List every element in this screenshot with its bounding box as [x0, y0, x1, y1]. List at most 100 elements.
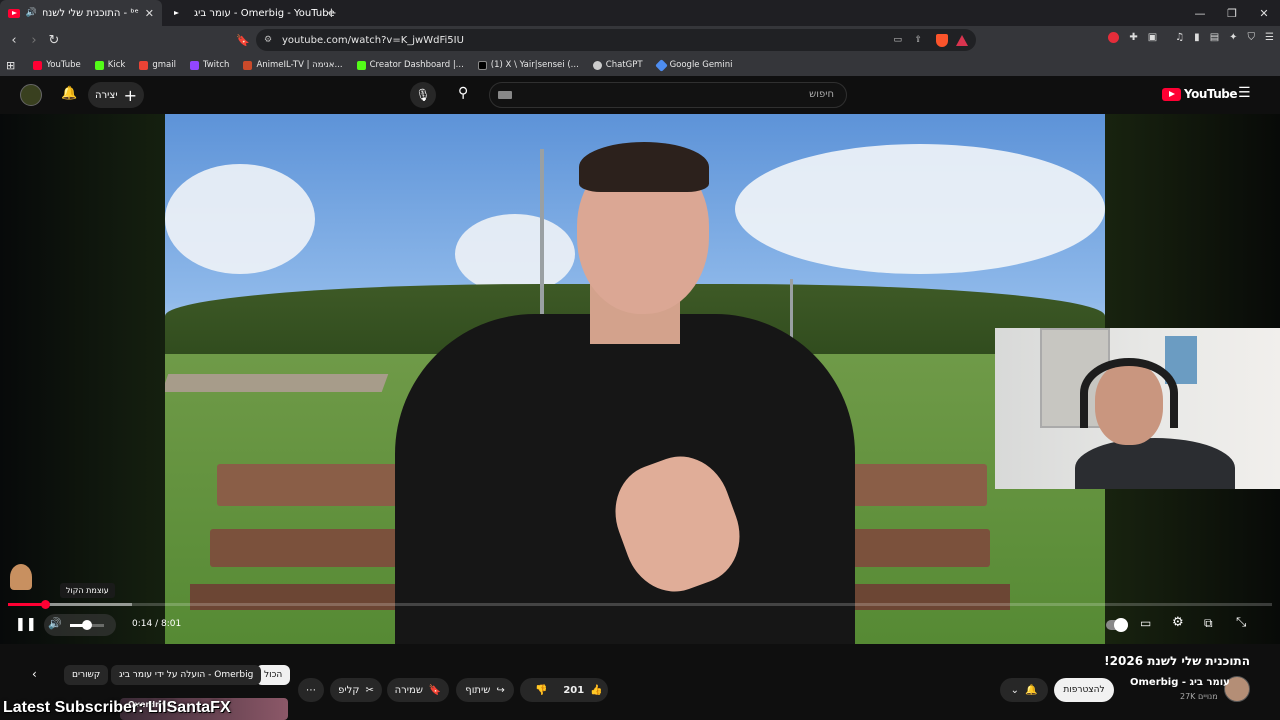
- keyboard-icon[interactable]: [498, 91, 512, 99]
- chip-all[interactable]: הכול: [256, 665, 291, 685]
- chips-scroll-left-icon[interactable]: ‹: [32, 667, 37, 681]
- time-display: 0:14 / 8:01: [132, 619, 182, 629]
- speaker-icon[interactable]: 🔊: [26, 8, 37, 18]
- site-info-icon[interactable]: ⚙: [264, 35, 272, 45]
- tab-title: ᵇᵉ - התוכנית שלי לשנת 2026!: [42, 7, 139, 19]
- progress-scrubber[interactable]: [41, 600, 50, 609]
- share-button[interactable]: שיתוף ↪: [456, 678, 514, 702]
- more-icon: ⋯: [306, 684, 316, 696]
- vpn-shield-icon[interactable]: ⛉: [1248, 32, 1256, 43]
- address-bar[interactable]: ⚙ youtube.com/watch?v=K_jwWdFi5IU ▭ ⇪: [256, 29, 976, 51]
- chatgpt-icon: [592, 60, 602, 70]
- volume-slider[interactable]: [70, 620, 104, 630]
- search-icon[interactable]: ⚲: [458, 85, 468, 101]
- bookmark-chatgpt[interactable]: ChatGPT: [587, 60, 649, 70]
- leo-ai-icon[interactable]: ✦: [1229, 32, 1237, 43]
- extension-box-icon[interactable]: ▣: [1148, 32, 1157, 43]
- like-dislike-group: 👎 201 👍: [520, 678, 608, 702]
- extensions-puzzle-icon[interactable]: ✚: [1129, 32, 1137, 43]
- search-input[interactable]: חיפוש: [489, 82, 847, 108]
- tab-active[interactable]: 🔊 ᵇᵉ - התוכנית שלי לשנת 2026! ✕: [0, 0, 162, 26]
- webcam-overlay: [995, 328, 1280, 489]
- gmail-icon: [139, 60, 149, 70]
- url-text: youtube.com/watch?v=K_jwWdFi5IU: [282, 34, 464, 46]
- tab-title: עומר ביג - Omerbig - YouTube: [194, 7, 335, 19]
- volume-tooltip: עוצמת הקול: [60, 583, 115, 598]
- reload-icon[interactable]: ↻: [44, 33, 64, 48]
- subscriber-count: 27K מנויים: [1180, 692, 1218, 701]
- cast-icon[interactable]: ▭: [893, 35, 902, 45]
- share-page-icon[interactable]: ⇪: [914, 35, 922, 45]
- video-player[interactable]: [0, 114, 1280, 644]
- brave-shield-icon[interactable]: [936, 33, 948, 47]
- channel-name[interactable]: Omerbig - עומר ביג: [1130, 677, 1230, 688]
- create-button[interactable]: יצירה +: [88, 82, 144, 108]
- subtitles-icon[interactable]: ▭: [1140, 616, 1151, 630]
- like-count[interactable]: 201: [563, 685, 584, 696]
- volume-control[interactable]: 🔊: [44, 614, 116, 636]
- wallet-icon[interactable]: ▤: [1210, 32, 1219, 43]
- bookmark-icon[interactable]: 🔖: [236, 34, 250, 47]
- youtube-logo-text: YouTube: [1184, 87, 1238, 101]
- tab-close-icon[interactable]: ✕: [145, 7, 154, 20]
- new-tab-icon[interactable]: +: [326, 6, 337, 21]
- progress-bar[interactable]: [8, 600, 1272, 609]
- cloud: [455, 214, 575, 294]
- voice-search-icon[interactable]: 🎙: [410, 82, 436, 108]
- bookmark-kick[interactable]: Kick: [89, 60, 132, 70]
- menu-icon[interactable]: ☰: [1265, 32, 1274, 43]
- volume-knob[interactable]: [82, 620, 92, 630]
- save-button[interactable]: שמירה 🔖: [387, 678, 449, 702]
- chip-uploaded-by[interactable]: הועלה על ידי עומר ביג - Omerbig: [111, 665, 262, 685]
- close-window-icon[interactable]: ✕: [1248, 0, 1280, 26]
- sidebar-icon[interactable]: ▮: [1194, 32, 1200, 43]
- bookmark-creator-dashboard[interactable]: Creator Dashboard |...: [351, 60, 470, 70]
- avatar[interactable]: [20, 84, 42, 106]
- subscribe-bell-button[interactable]: ⌄ 🔔: [1000, 678, 1048, 702]
- dislike-button[interactable]: 👎: [525, 685, 557, 696]
- youtube-logo[interactable]: YouTube: [1162, 87, 1238, 101]
- webcam-headphones: [1080, 358, 1178, 428]
- video-frame[interactable]: [165, 114, 1105, 644]
- settings-gear-icon[interactable]: ⚙: [1172, 615, 1184, 630]
- bookmark-gemini[interactable]: Google Gemini: [651, 58, 739, 72]
- fullscreen-exit-icon[interactable]: ⤡: [1236, 615, 1246, 630]
- bookmark-gmail[interactable]: gmail: [133, 60, 182, 70]
- hamburger-menu-icon[interactable]: ☰: [1238, 85, 1251, 101]
- like-icon[interactable]: 👍: [590, 685, 602, 696]
- scissors-icon: ✂: [365, 684, 374, 696]
- pause-icon[interactable]: ❚❚: [15, 617, 37, 632]
- bookmark-twitch[interactable]: Twitch: [184, 60, 236, 70]
- back-icon[interactable]: ‹: [4, 33, 24, 48]
- twitch-icon: [189, 60, 199, 70]
- player-controls: עוצמת הקול ❚❚ 🔊 0:14 / 8:01 ▭ ⚙ ⧉ ⤡: [0, 583, 1280, 644]
- join-button[interactable]: להצטרפות: [1054, 678, 1114, 702]
- extensions-area: ✚ ▣ ♫ ▮ ▤ ✦ ⛉ ☰: [1108, 32, 1274, 43]
- bookmark-youtube[interactable]: YouTube: [27, 60, 87, 70]
- maximize-icon[interactable]: ❐: [1216, 0, 1248, 26]
- apps-grid-icon[interactable]: ⊞: [6, 59, 15, 72]
- miniplayer-icon[interactable]: ⧉: [1204, 616, 1213, 631]
- gemini-icon: [654, 58, 668, 72]
- forward-icon[interactable]: ›: [24, 33, 44, 48]
- tab-inactive[interactable]: עומר ביג - Omerbig - YouTube: [162, 0, 335, 26]
- animeil-icon: [243, 60, 253, 70]
- window-controls: — ❐ ✕: [1184, 0, 1280, 26]
- bookmark-x[interactable]: (1) X \ Yair|sensei (...: [472, 60, 585, 70]
- path: [165, 374, 389, 392]
- notifications-bell-icon[interactable]: 🔔: [61, 86, 77, 101]
- bookmark-animeil[interactable]: AnimeIL-TV | אנימה...: [237, 60, 348, 70]
- music-icon[interactable]: ♫: [1175, 32, 1184, 43]
- progress-played: [8, 603, 45, 606]
- extension-red-icon[interactable]: [1108, 32, 1120, 43]
- more-actions-button[interactable]: ⋯: [298, 678, 324, 702]
- brave-rewards-icon[interactable]: [956, 34, 968, 46]
- top-right-avatar: [10, 564, 32, 590]
- minimize-icon[interactable]: —: [1184, 0, 1216, 26]
- cloud: [735, 144, 1105, 274]
- chip-related[interactable]: קשורים: [64, 665, 109, 685]
- clip-button[interactable]: קליפ ✂: [330, 678, 382, 702]
- volume-icon[interactable]: 🔊: [48, 617, 62, 630]
- video-title: התוכנית שלי לשנת 2026!: [1104, 654, 1250, 668]
- autoplay-toggle[interactable]: [1106, 618, 1128, 632]
